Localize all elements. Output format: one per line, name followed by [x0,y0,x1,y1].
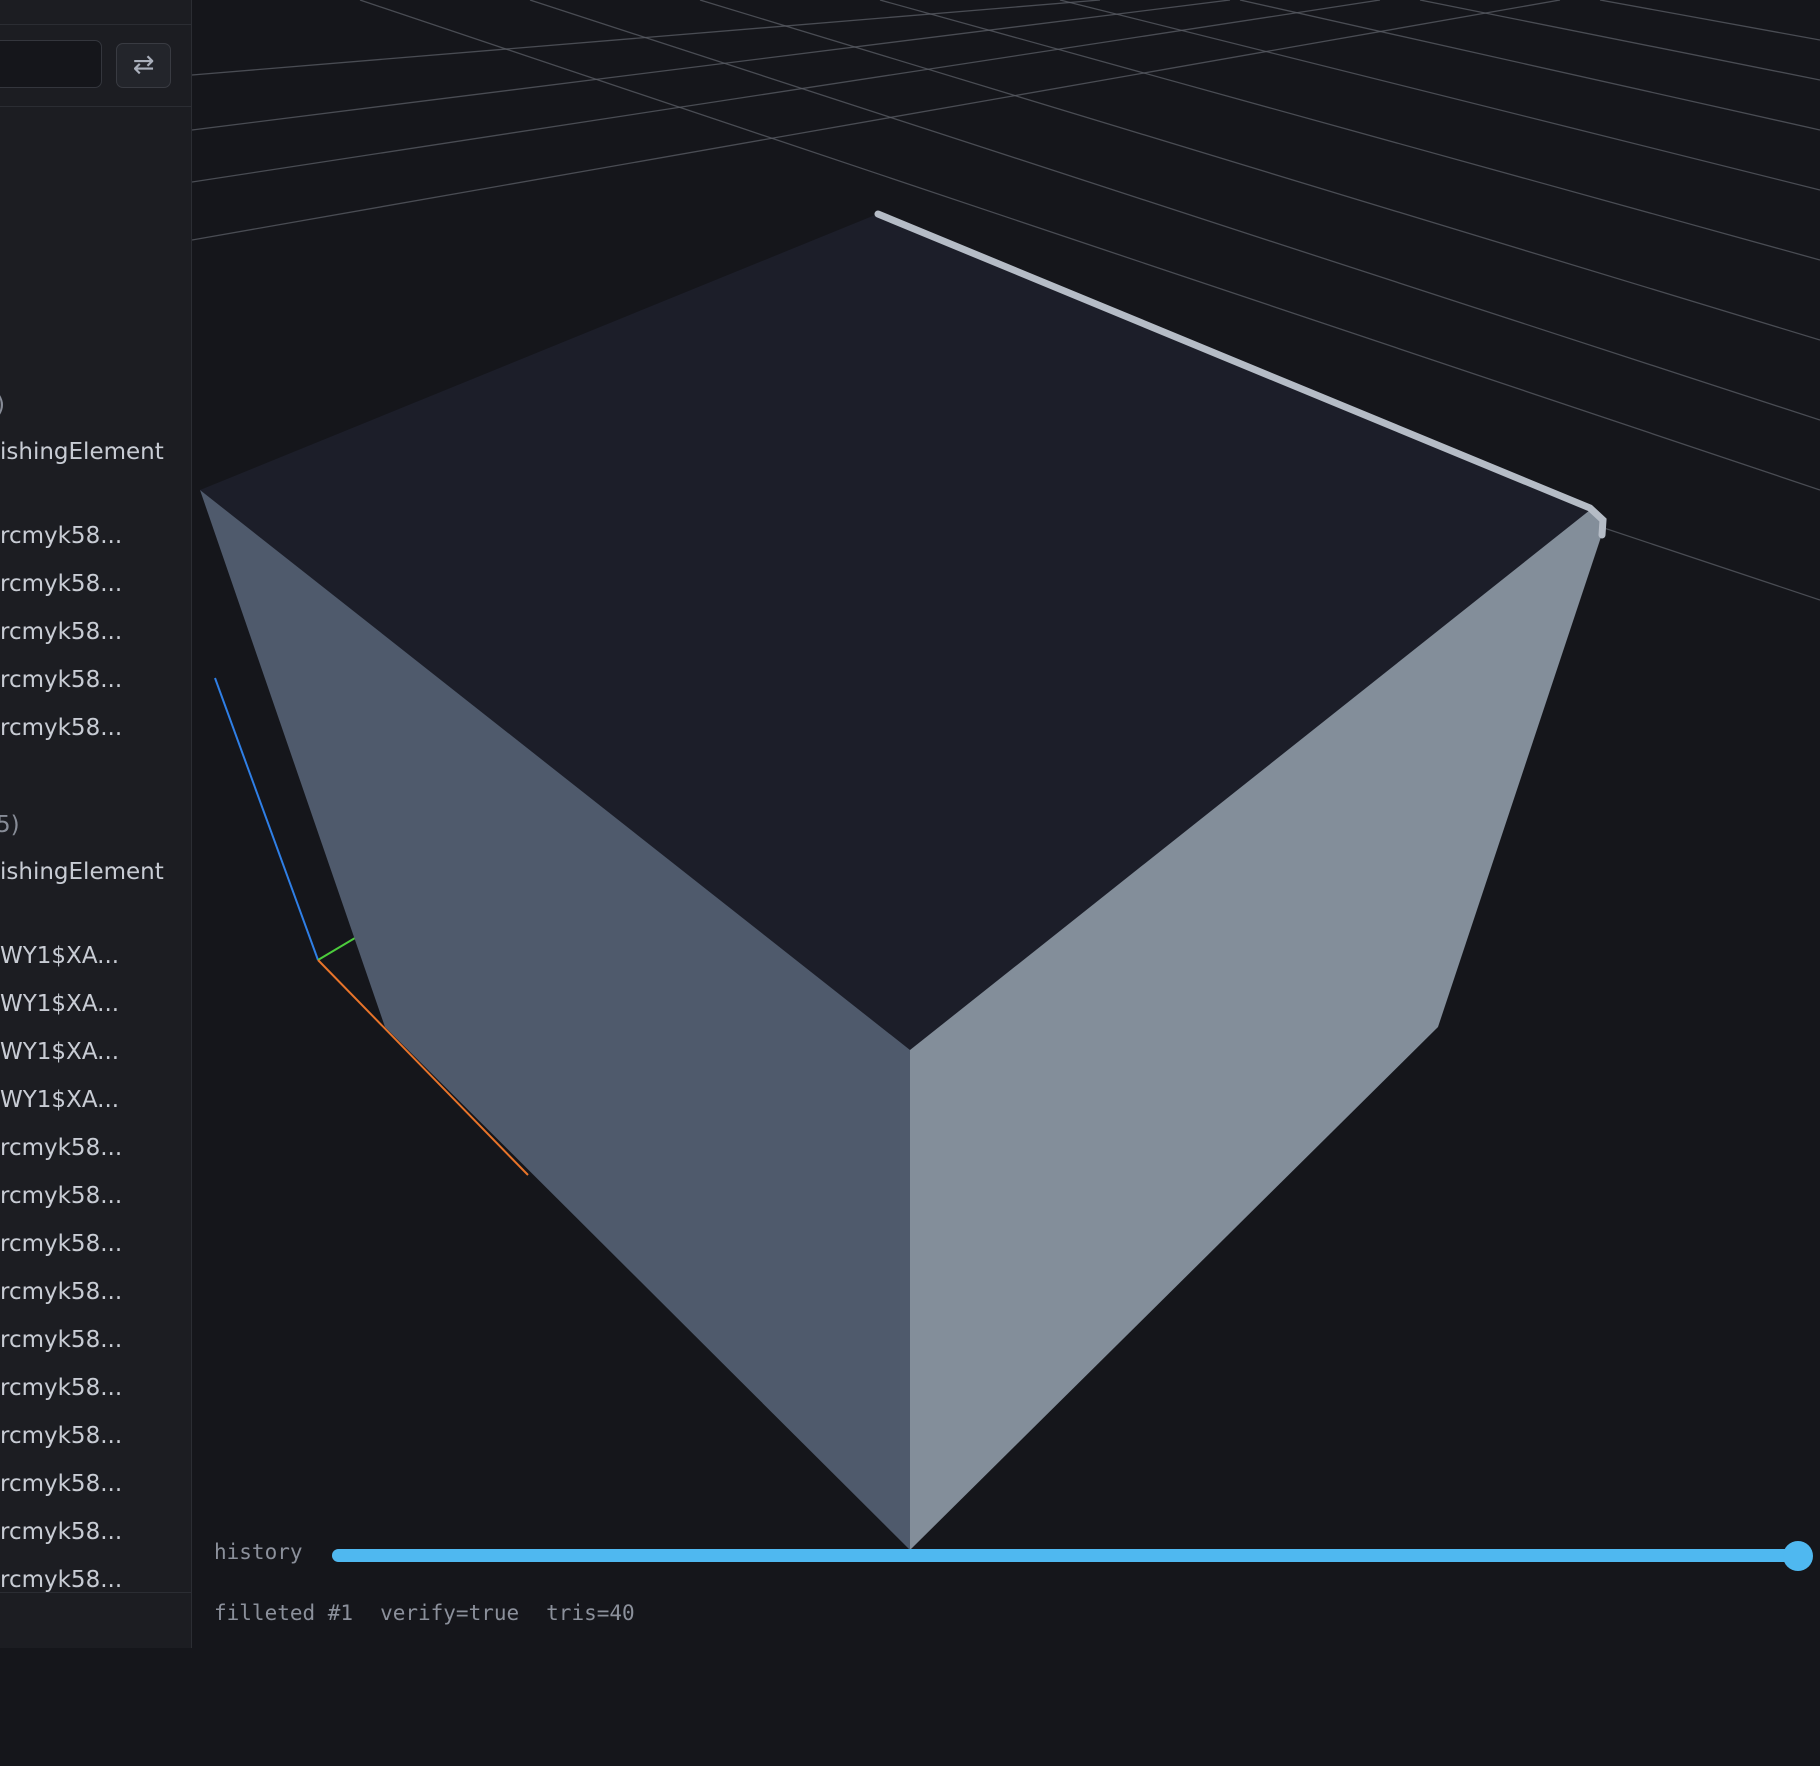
grid-line [1419,0,1820,81]
tree-item[interactable]: rcmyk58... [0,665,122,695]
tree-item[interactable]: rcmyk58... [0,1277,122,1307]
status-step: filleted #1 [214,1601,354,1625]
tree-item[interactable]: rcmyk58... [0,713,122,743]
tree-item[interactable]: rcmyk58... [0,617,122,647]
tree-item[interactable]: rcmyk58... [0,1469,122,1499]
swap-button[interactable]: ⇄ [116,43,171,88]
tree-item[interactable]: WY1$XA... [0,1037,119,1067]
grid-line [1059,0,1820,191]
grid-line [879,0,1820,261]
history-slider[interactable] [332,1541,1813,1571]
solid-model[interactable] [200,210,1607,1550]
tree-item[interactable]: rcmyk58... [0,1133,122,1163]
history-label: history [214,1540,303,1564]
history-slider-thumb[interactable] [1783,1541,1813,1571]
grid-line [1599,0,1820,41]
3d-viewport[interactable] [192,0,1820,1766]
search-input[interactable] [0,40,102,88]
grid-line [1239,0,1820,131]
tree-item[interactable]: rcmyk58... [0,1421,122,1451]
tree-group-header[interactable]: 5) [0,810,20,840]
grid-line [192,0,1561,241]
scene-tree[interactable]: ) ishingElement rcmyk58... rcmyk58... rcmyk5… [0,107,191,1593]
tree-item[interactable]: rcmyk58... [0,1229,122,1259]
tree-item[interactable]: rcmyk58... [0,1181,122,1211]
sidebar-footer [0,1592,191,1648]
tree-item[interactable]: WY1$XA... [0,941,119,971]
tree-group-header[interactable]: ) [0,390,5,420]
tree-item[interactable]: rcmyk58... [0,1517,122,1547]
tree-item[interactable]: ishingElement [0,857,164,887]
sidebar-search-row: ⇄ [0,25,191,107]
sidebar-header [0,0,191,25]
history-slider-fill [332,1549,1798,1562]
tree-item[interactable]: ishingElement [0,437,164,467]
tree-item[interactable]: rcmyk58... [0,521,122,551]
app-window: ⇄ ) ishingElement rcmyk58... rcmyk58... rcmy… [0,0,1820,1766]
swap-icon: ⇄ [132,50,155,80]
tree-item[interactable]: WY1$XA... [0,1085,119,1115]
tree-item[interactable]: rcmyk58... [0,1565,122,1593]
tree-item[interactable]: rcmyk58... [0,569,122,599]
grid-line [192,0,1231,131]
tree-item[interactable]: rcmyk58... [0,1373,122,1403]
tree-item[interactable]: rcmyk58... [0,1325,122,1355]
status-tris: tris=40 [546,1601,635,1625]
grid-line [1579,519,1820,601]
scene-canvas[interactable] [192,0,1820,1766]
status-line: filleted #1 verify=true tris=40 [214,1601,662,1625]
axis-y-line [317,937,356,961]
status-verify: verify=true [380,1601,520,1625]
sidebar: ⇄ ) ishingElement rcmyk58... rcmyk58... rcmy… [0,0,192,1648]
tree-item[interactable]: WY1$XA... [0,989,119,1019]
grid-line [192,0,1381,183]
